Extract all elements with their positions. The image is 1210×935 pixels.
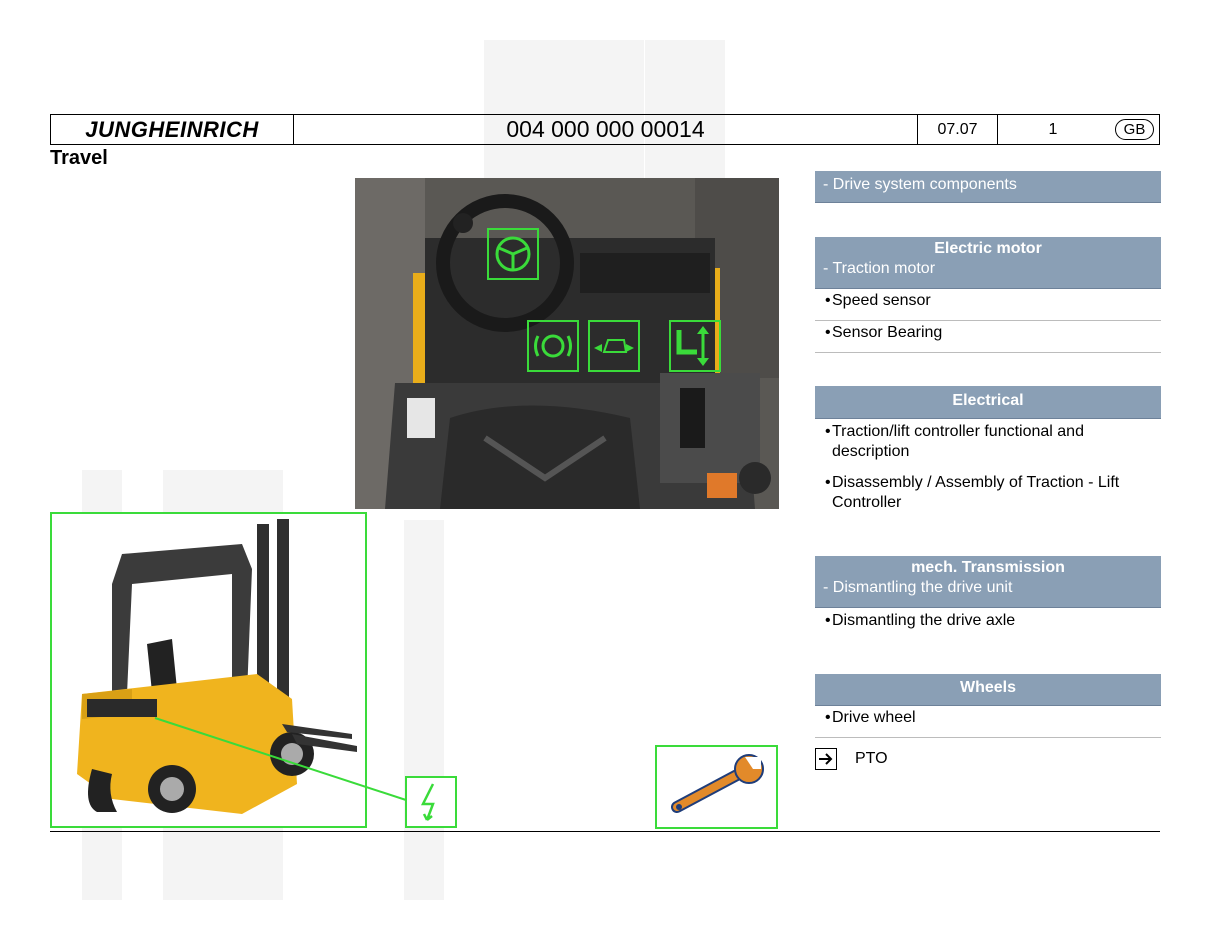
section-electric-motor[interactable]: Electric motor - Traction motor: [815, 237, 1161, 289]
section-electrical[interactable]: Electrical: [815, 386, 1161, 419]
wrench-icon: [671, 754, 764, 813]
list-item-drive-wheel[interactable]: •Drive wheel: [815, 708, 1161, 738]
list-item-controller-description[interactable]: • Traction/lift controller functional and…: [815, 422, 1161, 470]
section-drive-system[interactable]: - Drive system components: [815, 171, 1161, 203]
electric-hotspot[interactable]: [405, 776, 457, 828]
footer-rule: [50, 831, 1160, 832]
pto-link[interactable]: PTO: [815, 745, 888, 773]
tools-hotspot[interactable]: [655, 745, 778, 829]
list-item-controller-assembly[interactable]: • Disassembly / Assembly of Traction - Li…: [815, 473, 1161, 521]
list-item-drive-axle[interactable]: •Dismantling the drive axle: [815, 611, 1161, 639]
list-item-speed-sensor[interactable]: •Speed sensor: [815, 291, 1161, 321]
list-item-sensor-bearing[interactable]: •Sensor Bearing: [815, 323, 1161, 353]
arrow-right-icon: [815, 748, 837, 770]
lightning-icon: [420, 783, 435, 821]
section-mech-transmission[interactable]: mech. Transmission - Dismantling the dri…: [815, 556, 1161, 608]
section-wheels[interactable]: Wheels: [815, 674, 1161, 706]
